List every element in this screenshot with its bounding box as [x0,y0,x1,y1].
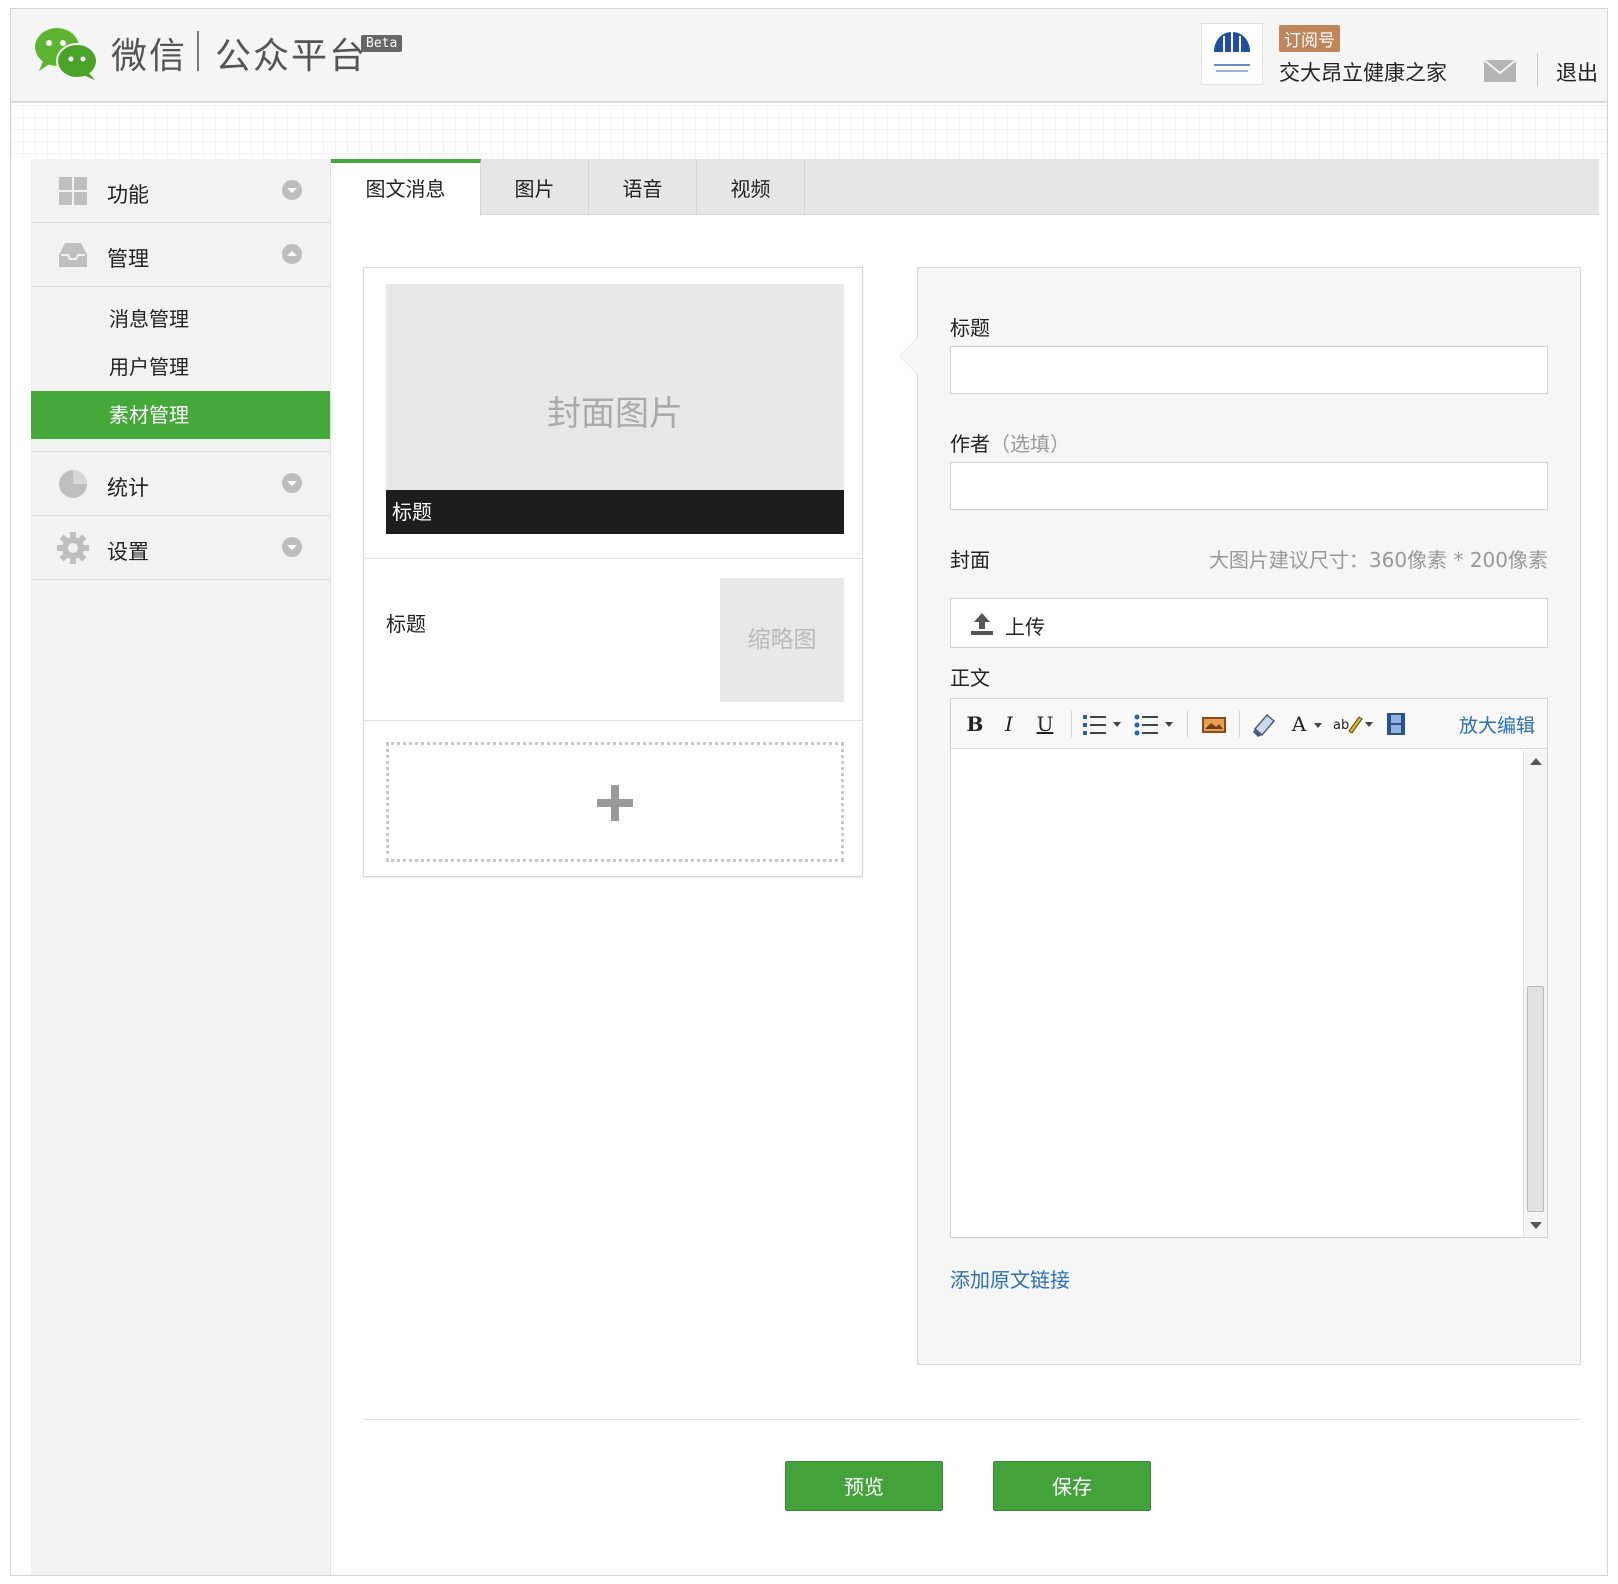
account-avatar[interactable] [1201,23,1263,85]
decorative-grid-band [11,105,1607,159]
brand-platform: 公众平台 [215,36,368,77]
sidebar-group-label: 管理 [107,247,149,271]
plus-icon [597,785,633,821]
sidebar-group-settings[interactable]: 设置 [31,516,330,580]
gear-icon [57,532,89,564]
author-input[interactable] [950,462,1548,510]
toolbar-divider [1071,711,1072,737]
chevron-down-icon [282,537,302,557]
tab-image[interactable]: 图片 [481,159,589,215]
cover-size-hint: 大图片建议尺寸：360像素 * 200像素 [1208,548,1548,572]
sidebar-item-message-management[interactable]: 消息管理 [31,295,330,343]
sidebar-group-manage[interactable]: 管理 [31,223,330,287]
cover-preview[interactable]: 封面图片 标题 [386,284,844,534]
save-button[interactable]: 保存 [993,1461,1151,1511]
eraser-icon[interactable] [1249,709,1279,739]
sidebar-group-label: 统计 [107,476,149,500]
footer-divider [363,1419,1581,1420]
toolbar-divider [1239,711,1240,737]
header-divider [1537,53,1538,87]
brand-divider [197,31,199,71]
svg-text:ab: ab [1333,718,1349,733]
account-logo-icon [1214,32,1250,72]
toolbar-divider [1187,711,1188,737]
pie-chart-icon [59,470,87,498]
sidebar-group-features[interactable]: 功能 [31,159,330,223]
tab-voice[interactable]: 语音 [589,159,697,215]
video-icon[interactable] [1383,709,1409,739]
cover-label: 封面 [950,548,990,572]
grid-icon [59,177,87,205]
editor-scrollbar[interactable] [1523,750,1547,1237]
account-name[interactable]: 交大昂立健康之家 [1279,57,1447,87]
sidebar-group-label: 设置 [107,540,149,564]
scroll-up-icon[interactable] [1530,758,1542,765]
beta-badge: Beta [361,35,403,52]
tab-video[interactable]: 视频 [697,159,805,215]
editor-toolbar: B I U A ab 放大编辑 [951,699,1547,749]
dropdown-arrow-icon[interactable] [1311,709,1325,739]
font-color-button[interactable]: A [1287,709,1311,739]
ordered-list-icon[interactable] [1081,709,1125,739]
logout-link[interactable]: 退出 [1556,57,1598,87]
chevron-down-icon [282,473,302,493]
account-type-badge: 订阅号 [1279,25,1340,52]
highlight-icon[interactable]: ab [1331,709,1375,739]
tab-news[interactable]: 图文消息 [331,159,481,216]
top-bar: 微信 公众平台 Beta 订阅号 交大昂立健康之家 退出 [11,9,1607,103]
panel-pointer [900,338,918,374]
divider [364,558,862,559]
add-source-link[interactable]: 添加原文链接 [950,1264,1070,1293]
author-optional-note: （选填） [990,432,1070,456]
material-tabs: 图文消息 图片 语音 视频 [331,159,1599,216]
mail-icon[interactable] [1483,59,1517,83]
sidebar-group-statistics[interactable]: 统计 [31,452,330,516]
title-input[interactable] [950,346,1548,394]
upload-button[interactable]: 上传 [950,598,1548,648]
brand-wechat: 微信 [111,36,188,77]
bold-button[interactable]: B [963,709,987,739]
underline-button[interactable]: U [1033,709,1057,739]
scroll-thumb[interactable] [1527,986,1544,1212]
chevron-up-icon [282,244,302,264]
sidebar-group-label: 功能 [107,183,149,207]
sub-article-title[interactable]: 标题 [386,608,426,637]
unordered-list-icon[interactable] [1133,709,1177,739]
upload-icon [971,613,993,635]
cover-placeholder: 封面图片 [547,394,683,434]
zoom-edit-link[interactable]: 放大编辑 [1459,711,1535,738]
scroll-down-icon[interactable] [1530,1222,1542,1229]
sidebar-item-user-management[interactable]: 用户管理 [31,343,330,391]
inbox-icon [59,243,87,267]
article-edit-panel: 标题 作者（选填） 封面 大图片建议尺寸：360像素 * 200像素 上传 正文… [899,267,1581,1365]
chevron-down-icon [282,180,302,200]
news-preview-card: 封面图片 标题 标题 缩略图 [363,267,863,877]
thumbnail-placeholder[interactable]: 缩略图 [720,578,844,702]
body-label: 正文 [950,666,990,690]
sidebar-item-material-management[interactable]: 素材管理 [31,391,330,439]
app-frame: 微信 公众平台 Beta 订阅号 交大昂立健康之家 退出 功能 管理 消息管理 … [10,8,1608,1576]
sidebar-submenu-manage: 消息管理 用户管理 素材管理 [31,287,330,452]
cover-title: 标题 [386,490,844,534]
sidebar: 功能 管理 消息管理 用户管理 素材管理 统计 设置 [31,159,331,1575]
title-label: 标题 [950,316,990,340]
wechat-logo-icon [35,28,98,80]
preview-button[interactable]: 预览 [785,1461,943,1511]
italic-button[interactable]: I [997,709,1021,739]
add-article-button[interactable] [386,742,844,862]
author-label-text: 作者 [950,432,990,456]
insert-image-icon[interactable] [1199,709,1229,739]
divider [364,720,862,721]
upload-label: 上传 [1005,615,1045,639]
editor-content-area[interactable] [951,750,1525,1237]
rich-text-editor: B I U A ab 放大编辑 [950,698,1548,1238]
author-label: 作者（选填） [950,428,1070,457]
